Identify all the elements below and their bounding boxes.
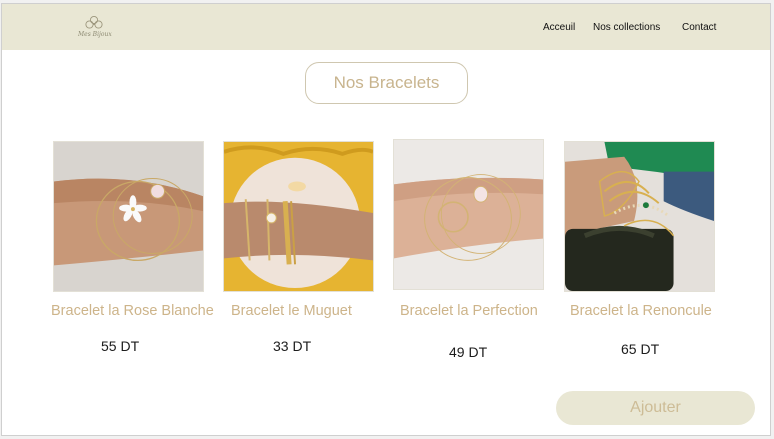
product-name[interactable]: Bracelet la Renoncule [570, 303, 712, 319]
product-price: 55 DT [101, 338, 140, 354]
page-frame: Mes Bijoux Acceuil Nos collections Conta… [1, 3, 771, 436]
navbar: Mes Bijoux Acceuil Nos collections Conta… [2, 4, 770, 50]
product-image[interactable] [223, 141, 374, 292]
add-button-label: Ajouter [630, 399, 681, 416]
product-image[interactable] [53, 141, 204, 292]
bracelet-photo-icon [224, 142, 373, 291]
bracelet-photo-icon [394, 140, 543, 289]
nav-link-accueil[interactable]: Acceuil [543, 22, 575, 33]
bracelet-photo-icon [565, 142, 714, 291]
product-image[interactable] [564, 141, 715, 292]
nav-link-contact[interactable]: Contact [682, 22, 716, 33]
section-title: Nos Bracelets [305, 62, 468, 104]
brand-logo[interactable]: Mes Bijoux [76, 14, 112, 42]
add-button[interactable]: Ajouter [556, 391, 755, 425]
logo-text: Mes Bijoux [78, 31, 112, 38]
section-title-text: Nos Bracelets [333, 73, 440, 92]
nav-link-collections[interactable]: Nos collections [593, 22, 660, 33]
product-price: 65 DT [621, 341, 660, 357]
product-image[interactable] [393, 139, 544, 290]
product-name[interactable]: Bracelet le Muguet [231, 303, 352, 319]
product-name[interactable]: Bracelet la Rose Blanche [51, 303, 214, 319]
product-price: 33 DT [273, 338, 312, 354]
product-price: 49 DT [449, 344, 488, 360]
product-name[interactable]: Bracelet la Perfection [400, 303, 538, 319]
bracelet-photo-icon [54, 142, 203, 291]
